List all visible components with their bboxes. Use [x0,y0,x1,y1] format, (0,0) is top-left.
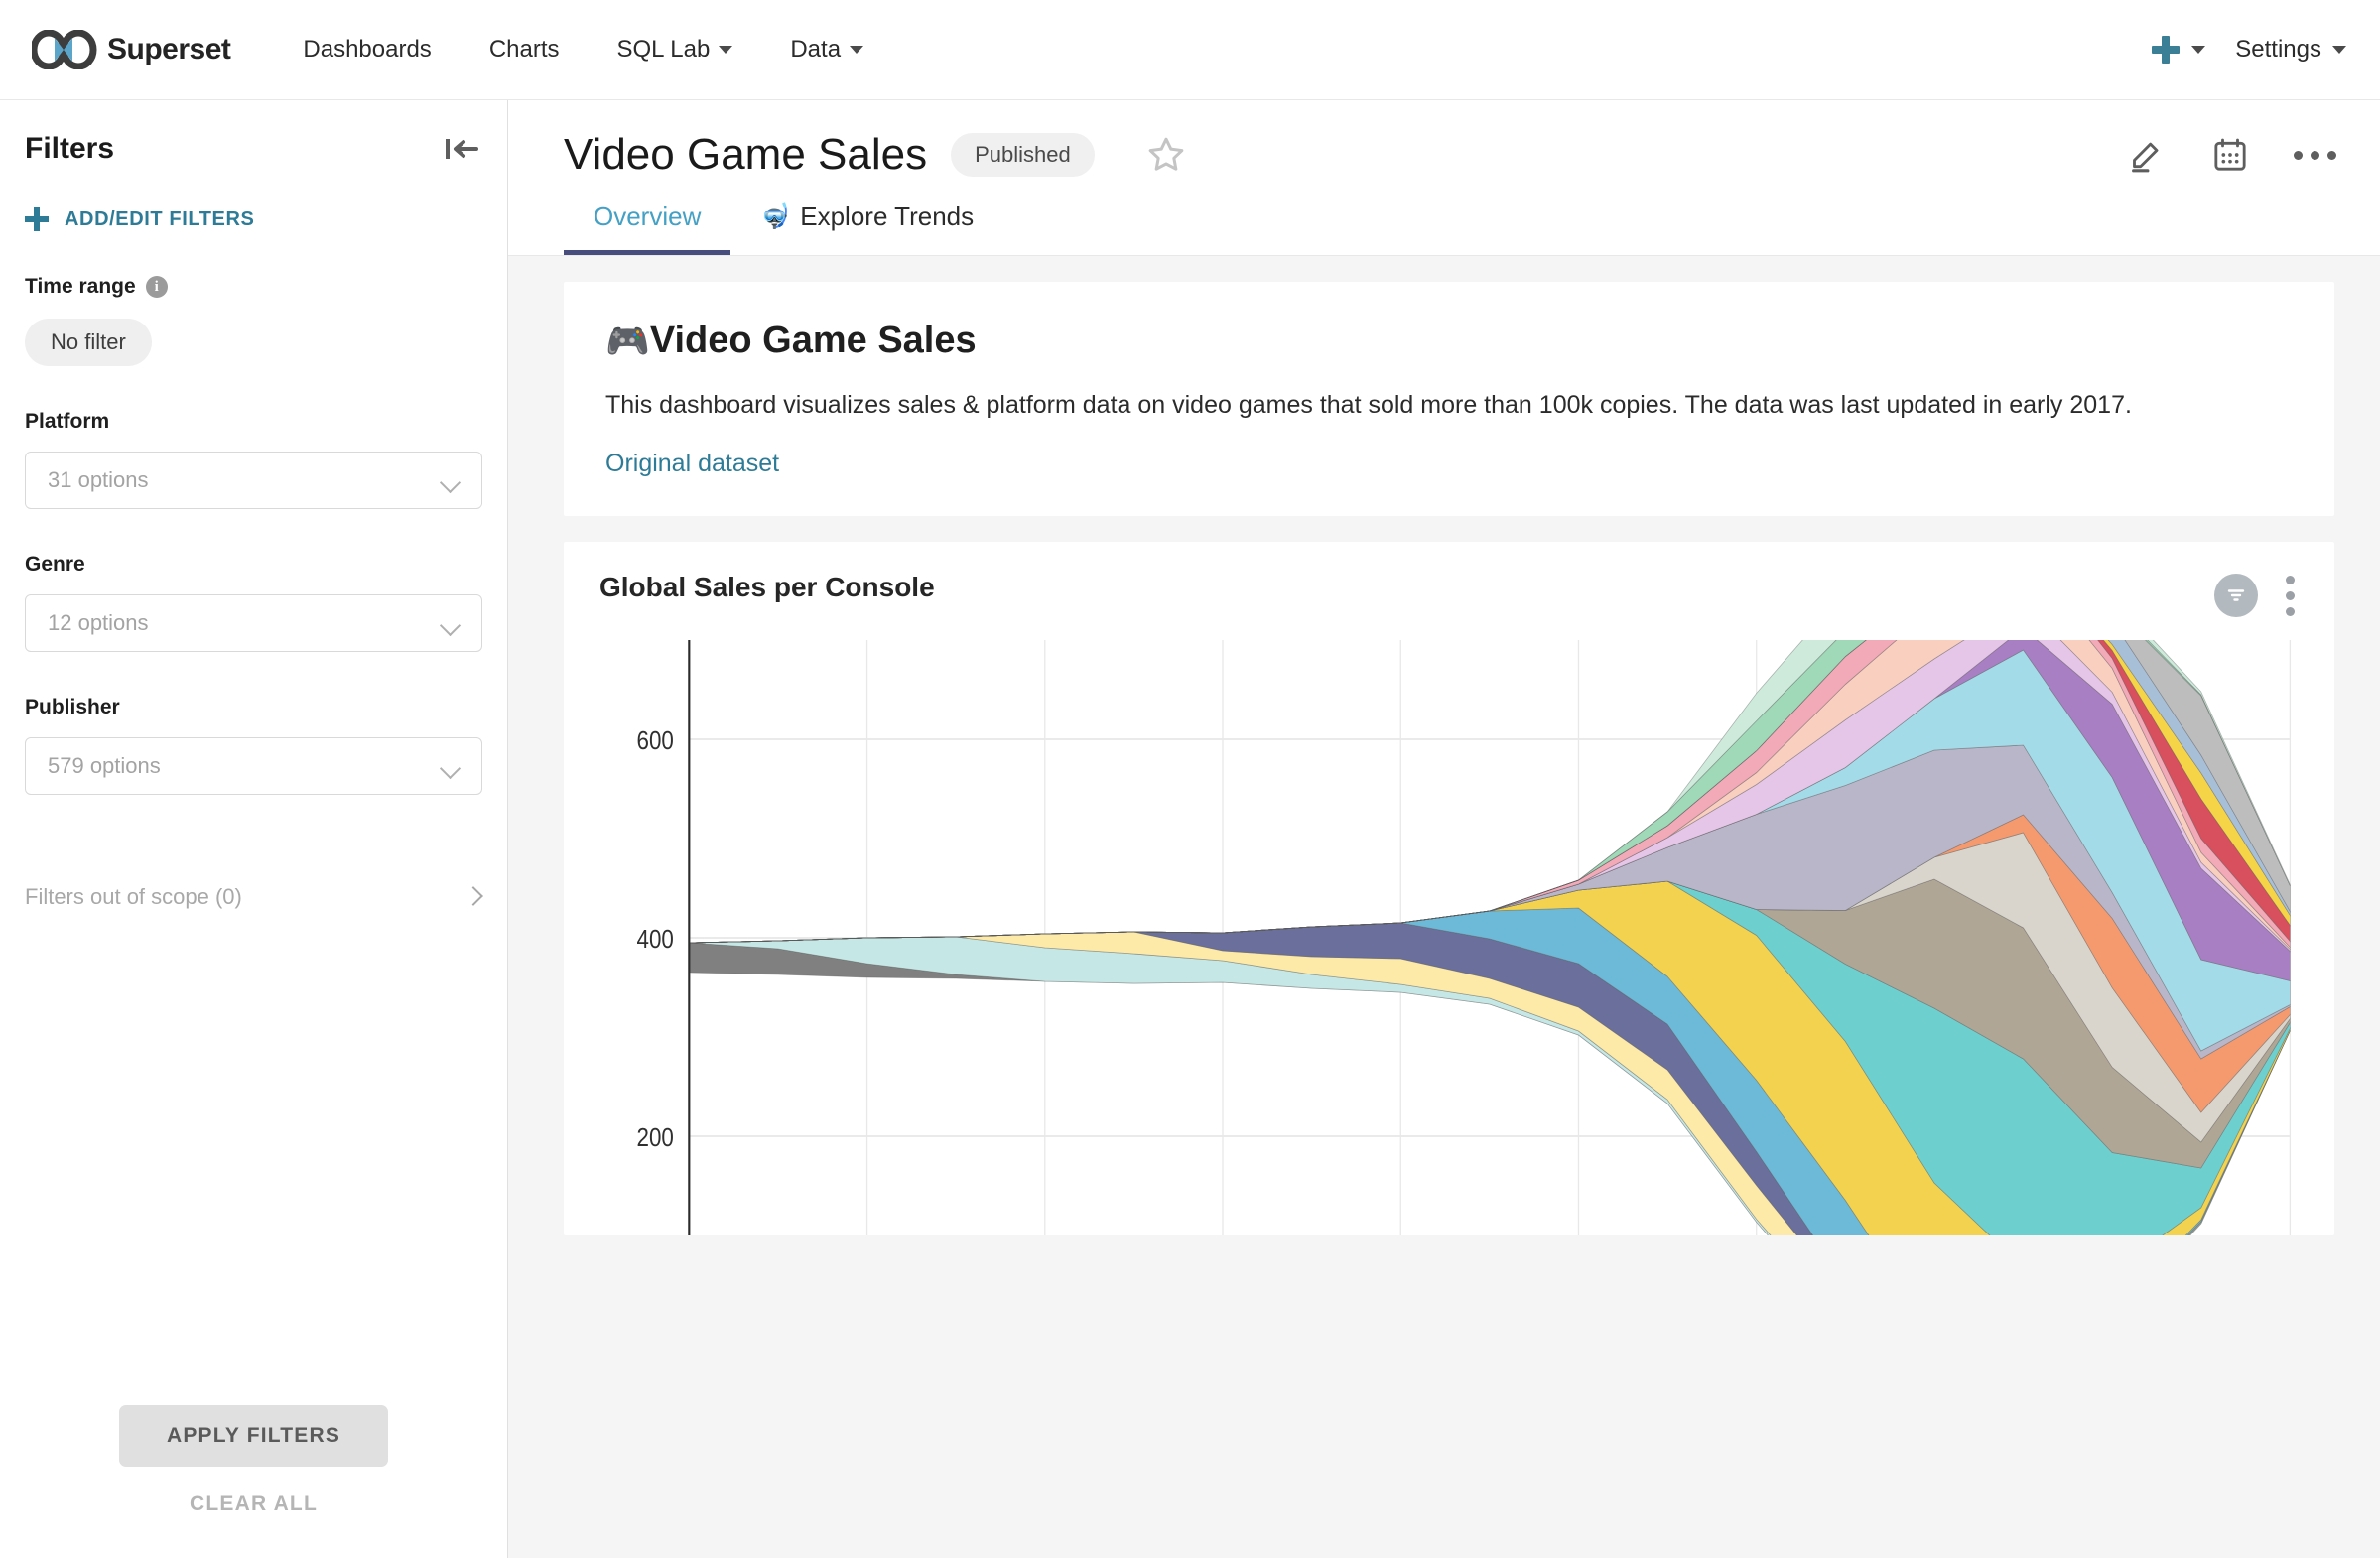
original-dataset-link[interactable]: Original dataset [605,450,779,478]
filter-group-platform: Platform 31 options [25,410,482,509]
calendar-icon[interactable] [2210,135,2250,175]
chevron-down-icon [2191,46,2206,54]
publisher-select[interactable]: 579 options [25,737,482,795]
markdown-heading: Video Game Sales [649,320,977,361]
filters-sidebar: Filters ADD/EDIT FILTERS Time range i No… [0,100,508,1558]
chart-card-global-sales: Global Sales per Console 200 400 600 [564,541,2334,1235]
settings-label: Settings [2235,36,2321,63]
status-badge[interactable]: Published [951,133,1095,177]
platform-select[interactable]: 31 options [25,452,482,509]
new-item-button[interactable] [2151,35,2206,65]
video-game-controller-icon: 🎮 [605,320,650,361]
filters-out-of-scope-toggle[interactable]: Filters out of scope (0) [25,884,482,910]
nav-label: Dashboards [303,36,432,63]
chevron-down-icon [719,46,733,54]
filter-group-genre: Genre 12 options [25,553,482,652]
nav-item-sql-lab[interactable]: SQL Lab [589,36,762,64]
chart-plot-area: 200 400 600 [599,639,2299,1235]
markdown-card: 🎮 Video Game Sales This dashboard visual… [564,282,2334,516]
nav-item-data[interactable]: Data [761,36,892,64]
settings-menu[interactable]: Settings [2235,36,2346,64]
platform-select-value: 31 options [48,467,149,492]
info-icon[interactable]: i [145,276,168,298]
top-navigation-bar: Superset Dashboards Charts SQL Lab Data [0,0,2380,100]
nav-right-actions: Settings [2151,35,2346,65]
markdown-heading-row: 🎮 Video Game Sales [605,320,2293,362]
chevron-down-icon [2332,46,2346,54]
filter-group-time-range: Time range i No filter [25,275,482,366]
time-range-label: Time range [25,275,136,298]
filters-title: Filters [25,132,115,165]
time-range-label-row: Time range i [25,275,482,299]
superset-logo-icon [32,30,97,69]
tab-overview[interactable]: Overview [564,201,731,255]
genre-select[interactable]: 12 options [25,594,482,652]
plus-icon [25,207,49,231]
svg-text:600: 600 [637,726,674,755]
dashboard-header-actions [2127,135,2336,175]
filter-group-publisher: Publisher 579 options [25,696,482,795]
tab-label: Overview [594,201,702,231]
star-outline-icon[interactable] [1146,135,1186,175]
filters-header: Filters [25,100,482,166]
add-edit-filters-label: ADD/EDIT FILTERS [65,207,255,230]
dashboard-header: Video Game Sales Published Overview 🤿 Ex… [508,100,2380,256]
diving-mask-icon: 🤿 [760,203,791,230]
clear-all-button[interactable]: CLEAR ALL [190,1493,318,1516]
filters-out-of-scope-label: Filters out of scope (0) [25,884,242,909]
plus-icon [2151,35,2181,65]
chevron-down-icon [850,46,864,54]
filters-footer: APPLY FILTERS CLEAR ALL [25,1405,482,1558]
publisher-label: Publisher [25,696,120,718]
dashboard-tabs: Overview 🤿 Explore Trends [564,201,2336,255]
platform-label: Platform [25,410,110,433]
chart-header: Global Sales per Console [599,572,2299,620]
nav-item-charts[interactable]: Charts [461,36,589,64]
nav-label: Data [790,36,842,63]
dashboard-title-row: Video Game Sales Published [564,130,2336,180]
superset-brand[interactable]: Superset [32,30,231,69]
nav-label: Charts [488,36,560,63]
edit-icon[interactable] [2127,135,2167,175]
tab-label: Explore Trends [800,201,975,231]
page-title: Video Game Sales [564,130,928,179]
body-split: Filters ADD/EDIT FILTERS Time range i No… [0,100,2380,1558]
collapse-left-icon[interactable] [441,132,482,166]
nav-item-dashboards[interactable]: Dashboards [274,36,460,64]
chevron-down-icon [442,761,462,772]
markdown-body: This dashboard visualizes sales & platfo… [605,391,2132,419]
apply-filters-button[interactable]: APPLY FILTERS [118,1405,389,1467]
filter-funnel-icon[interactable] [2214,574,2258,617]
chart-title: Global Sales per Console [599,571,935,602]
superset-app: Superset Dashboards Charts SQL Lab Data [0,0,2380,1558]
main-area: Video Game Sales Published Overview 🤿 Ex… [508,100,2380,1558]
nav-label: SQL Lab [616,36,711,63]
brand-name: Superset [107,33,231,65]
genre-select-value: 12 options [48,610,149,635]
svg-text:200: 200 [637,1123,674,1152]
svg-text:400: 400 [637,925,674,954]
more-horizontal-icon[interactable] [2294,150,2336,160]
tab-explore-trends[interactable]: 🤿 Explore Trends [730,201,1003,255]
chevron-down-icon [442,618,462,629]
more-vertical-icon[interactable] [2282,572,2299,620]
time-range-value[interactable]: No filter [25,319,152,366]
publisher-select-value: 579 options [48,753,161,778]
chevron-down-icon [442,475,462,486]
chart-header-actions [2214,572,2299,620]
genre-label: Genre [25,553,85,576]
nav-links: Dashboards Charts SQL Lab Data [274,36,892,64]
add-edit-filters-button[interactable]: ADD/EDIT FILTERS [25,207,482,231]
chevron-right-icon [466,886,482,908]
stream-graph[interactable]: 200 400 600 [599,639,2299,1235]
dashboard-content: 🎮 Video Game Sales This dashboard visual… [508,256,2380,1558]
